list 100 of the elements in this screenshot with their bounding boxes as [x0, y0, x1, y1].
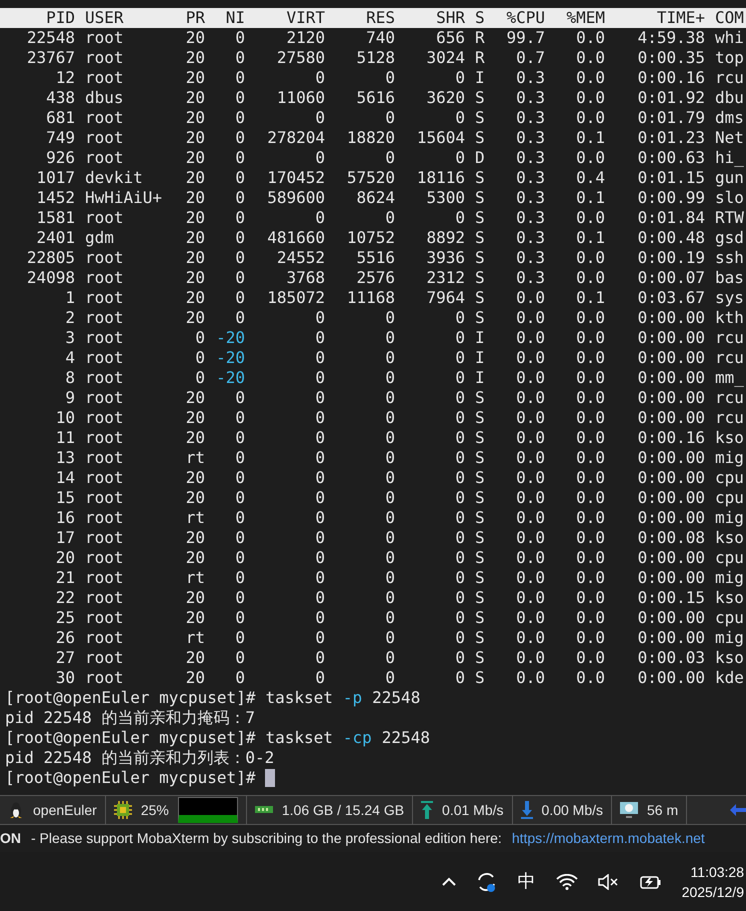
user-cell-text: gdm: [85, 228, 115, 248]
nice-cell-text: 0: [234, 308, 245, 328]
battery-icon[interactable]: [640, 874, 662, 890]
res-cell-text: 0: [384, 628, 395, 648]
user-cell-text: root: [85, 268, 125, 288]
shr-cell-text: 0: [454, 428, 465, 448]
nice-cell-text: 0: [234, 208, 245, 228]
mem-cell-text: 0.0: [575, 48, 605, 68]
command-cell: ssh: [715, 248, 744, 268]
time-cell-text: 0:00.00: [636, 568, 705, 588]
state-cell: S: [475, 208, 485, 228]
res-cell-text: 0: [384, 668, 395, 688]
nice-cell-text: 0: [234, 608, 245, 628]
shr-cell-text: 0: [454, 548, 465, 568]
virt-cell-text: 0: [314, 508, 325, 528]
pid-cell-text: 22: [54, 588, 75, 608]
cpu-cell-text: 0.0: [515, 328, 545, 348]
shr-cell-text: 0: [454, 348, 465, 368]
nice-cell-text: 0: [234, 248, 245, 268]
nice-cell-text: 0: [234, 268, 245, 288]
cpu-cell-text: 0.0: [515, 588, 545, 608]
shr-cell-text: 0: [454, 308, 465, 328]
wifi-icon[interactable]: [556, 874, 578, 890]
state-cell: S: [475, 228, 485, 248]
nice-cell-text: 0: [234, 508, 245, 528]
cpu-cell-text: 0.7: [515, 48, 545, 68]
virt-cell-text: 0: [314, 448, 325, 468]
nice-cell-text: 0: [234, 568, 245, 588]
command-cell: rcu: [715, 68, 744, 88]
time-cell-text: 0:00.00: [636, 348, 705, 368]
state-cell: S: [475, 608, 485, 628]
sync-icon[interactable]: [476, 870, 498, 892]
user-cell-text: root: [85, 308, 125, 328]
command-cell: gun: [715, 168, 744, 188]
pid-cell-text: 30: [54, 668, 75, 688]
virt-cell-text: 185072: [266, 288, 325, 308]
shr-cell-text: 0: [454, 568, 465, 588]
res-header: RES: [365, 8, 395, 28]
virt-cell-text: 0: [314, 408, 325, 428]
subscription-link[interactable]: https://mobaxterm.mobatek.net: [512, 828, 705, 849]
state-cell: S: [475, 548, 485, 568]
command-option: -p: [342, 688, 362, 708]
pid-cell-text: 12: [54, 68, 75, 88]
priority-cell-text: 20: [184, 88, 205, 108]
command-cell: mig: [715, 448, 744, 468]
pid-cell-text: 10: [54, 408, 75, 428]
shr-cell-text: 0: [454, 328, 465, 348]
time-cell-text: 0:00.00: [636, 668, 705, 688]
virt-cell-text: 0: [314, 648, 325, 668]
priority-cell-text: 20: [184, 228, 205, 248]
shr-cell-text: 2312: [425, 268, 465, 288]
shell-prompt: [root@openEuler mycpuset]#: [5, 768, 256, 788]
shr-cell-text: 0: [454, 148, 465, 168]
cpu-cell-text: 0.3: [515, 248, 545, 268]
nice-cell-text: 0: [234, 148, 245, 168]
time-cell-text: 0:00.00: [636, 308, 705, 328]
mem-cell-text: 0.0: [575, 408, 605, 428]
res-cell-text: 0: [384, 428, 395, 448]
command-cell: cpu: [715, 608, 744, 628]
res-cell-text: 0: [384, 488, 395, 508]
mem-cell-text: 0.0: [575, 208, 605, 228]
status-text: 56 m: [647, 800, 678, 820]
cpu-cell-text: 0.0: [515, 288, 545, 308]
nice-cell-text: 0: [234, 68, 245, 88]
pid-cell-text: 22805: [26, 248, 75, 268]
state-cell: S: [475, 128, 485, 148]
cpu-cell-text: 0.3: [515, 148, 545, 168]
mem-cell-text: 0.0: [575, 608, 605, 628]
user-cell-text: root: [85, 448, 125, 468]
res-cell-text: 0: [384, 368, 395, 388]
priority-cell-text: 20: [184, 208, 205, 228]
mem-cell-text: 0.0: [575, 88, 605, 108]
nice-cell-text: 0: [234, 168, 245, 188]
state-cell: S: [475, 268, 485, 288]
command-cell: mm_: [715, 368, 744, 388]
res-cell-text: 8624: [355, 188, 395, 208]
clock-date[interactable]: 2025/12/9: [682, 882, 744, 902]
time-cell-text: 0:00.99: [636, 188, 705, 208]
nice-cell-text: 0: [234, 668, 245, 688]
res-cell-text: 0: [384, 208, 395, 228]
res-cell-text: 5128: [355, 48, 395, 68]
command-output: pid 22548 的当前亲和力掩码：7: [5, 708, 255, 727]
res-cell-text: 0: [384, 528, 395, 548]
pid-cell-text: 26: [54, 628, 75, 648]
cpu-cell-text: 0.0: [515, 608, 545, 628]
input-method-indicator[interactable]: 中: [518, 868, 536, 895]
virt-cell-text: 0: [314, 208, 325, 228]
muted-speaker-icon[interactable]: [598, 874, 620, 890]
state-cell: S: [475, 588, 485, 608]
user-cell-text: root: [85, 548, 125, 568]
state-cell: S: [475, 388, 485, 408]
chevron-up-icon[interactable]: [442, 877, 456, 886]
state-cell: S: [475, 308, 485, 328]
user-cell-text: root: [85, 528, 125, 548]
command-cell: top: [715, 48, 744, 68]
clock-time[interactable]: 11:03:28: [690, 862, 744, 882]
command-cell: bas: [715, 268, 744, 288]
res-cell-text: 0: [384, 508, 395, 528]
time-cell-text: 0:01.15: [636, 168, 705, 188]
nice-header: NI: [224, 8, 245, 28]
